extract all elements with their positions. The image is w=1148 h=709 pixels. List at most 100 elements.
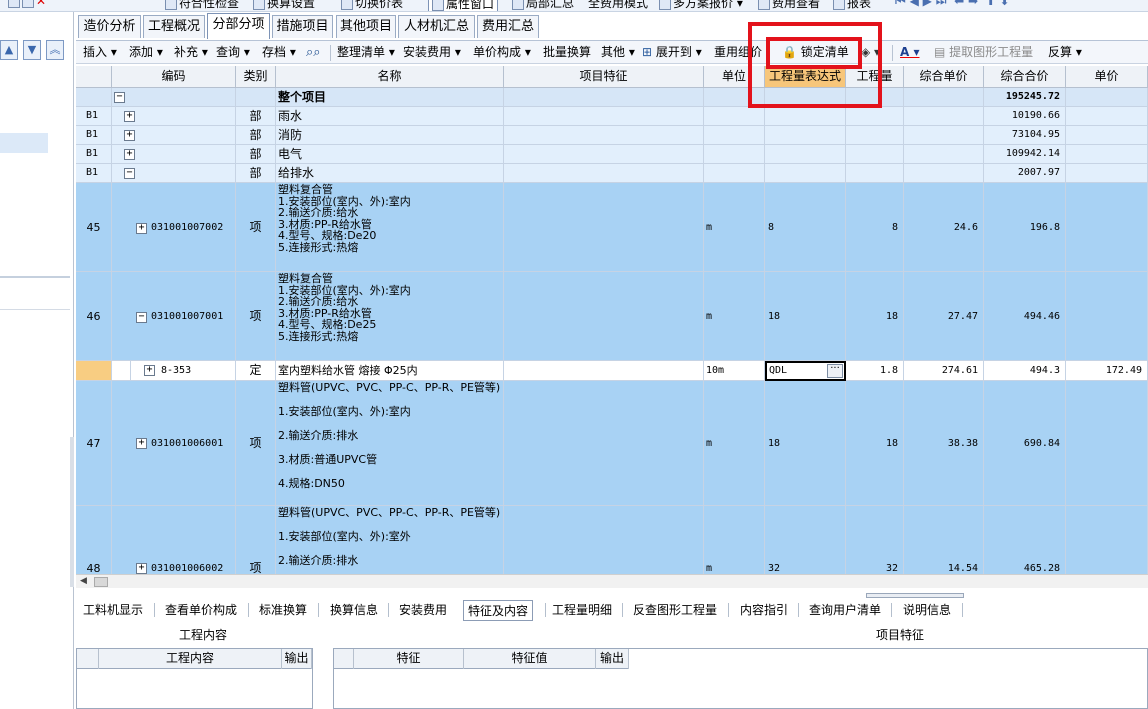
- install-fee-button[interactable]: 安装费用 ▾: [403, 44, 461, 61]
- col-work-content[interactable]: 工程内容: [99, 649, 282, 669]
- top-btn-properties[interactable]: 属性窗口: [428, 0, 499, 11]
- supplement-button[interactable]: 补充 ▾: [174, 44, 208, 61]
- top-btn-summary[interactable]: 局部汇总: [512, 0, 574, 11]
- top-icons[interactable]: ✕: [8, 0, 46, 8]
- col-feature-output[interactable]: 输出: [596, 649, 629, 669]
- top-btn-convert[interactable]: 换算设置: [253, 0, 315, 11]
- scroll-thumb[interactable]: [94, 577, 108, 587]
- top-btn-pricelist[interactable]: 切换价表: [341, 0, 403, 11]
- batch-convert-button[interactable]: 批量换算: [543, 44, 591, 61]
- top-btn-costview[interactable]: 费用查看: [758, 0, 820, 11]
- row-feature[interactable]: [504, 506, 704, 574]
- row-feature[interactable]: [504, 183, 704, 272]
- scroll-left-icon[interactable]: ◀: [80, 576, 87, 586]
- unit-price-button[interactable]: 单价构成 ▾: [473, 44, 531, 61]
- table-row-total[interactable]: − − 整个项目 195245.72: [76, 88, 1148, 107]
- reverse-calc-button[interactable]: 反算 ▾: [1048, 44, 1082, 61]
- tree-selected-item[interactable]: [0, 133, 48, 153]
- nav-arrows-icon[interactable]: ⏮ ◀ ▶ ⏭ ⬅ ➡ ⬆ ⬇: [895, 0, 1010, 9]
- row-feature[interactable]: [504, 361, 704, 381]
- tab-other-items[interactable]: 其他项目: [336, 15, 396, 38]
- tab-measures[interactable]: 措施项目: [272, 15, 333, 38]
- collapse-up-icon[interactable]: ︽: [46, 40, 64, 60]
- expand-to-button[interactable]: ⊞ 展开到 ▾: [642, 44, 702, 61]
- extract-button[interactable]: ▤ 提取图形工程量: [934, 44, 1033, 61]
- col-total[interactable]: 综合合价: [984, 66, 1066, 88]
- binoculars-icon[interactable]: ⌕⌕: [306, 44, 321, 61]
- row-qty-expr[interactable]: 32: [765, 506, 846, 574]
- top-btn-check[interactable]: 符合性检查: [165, 0, 239, 11]
- left-scrollbar[interactable]: [70, 437, 74, 587]
- tab-resources-summary[interactable]: 人材机汇总: [398, 15, 475, 38]
- btab-user-list[interactable]: 查询用户清单: [805, 600, 885, 621]
- tab-sections[interactable]: 分部分项: [207, 13, 270, 39]
- expand-icon[interactable]: +: [136, 438, 147, 449]
- top-btn-fullcost[interactable]: 全费用模式: [588, 0, 648, 11]
- expand-icon[interactable]: +: [136, 563, 147, 574]
- row-name[interactable]: 塑料管(UPVC、PVC、PP-C、PP-R、PE管等) 1.安装部位(室内、外…: [276, 506, 504, 574]
- add-button[interactable]: 添加 ▾: [129, 44, 163, 61]
- query-button[interactable]: 查询 ▾: [216, 44, 250, 61]
- qty-expr-input[interactable]: QDL: [769, 365, 787, 376]
- row-qty-expr[interactable]: 18: [765, 272, 846, 361]
- col-feature[interactable]: 项目特征: [504, 66, 704, 88]
- table-row-section[interactable]: B1 + 部 电气 109942.14: [76, 145, 1148, 164]
- col-code[interactable]: 编码: [112, 66, 236, 88]
- panel-divider[interactable]: [0, 276, 70, 278]
- move-down-icon[interactable]: ▼: [23, 40, 41, 60]
- row-name[interactable]: 塑料管(UPVC、PVC、PP-C、PP-R、PE管等) 1.安装部位(室内、外…: [276, 381, 504, 506]
- table-row-item[interactable]: 45 +031001007002 项 塑料复合管 1.安装部位(室内、外):室内…: [76, 183, 1148, 272]
- col-unit-price[interactable]: 综合单价: [904, 66, 984, 88]
- btab-features[interactable]: 特征及内容: [463, 600, 534, 621]
- table-row-section[interactable]: B1 + 部 消防 73104.95: [76, 126, 1148, 145]
- ellipsis-button[interactable]: ···: [827, 364, 843, 378]
- col-output[interactable]: 输出: [282, 649, 312, 669]
- expand-icon[interactable]: +: [124, 111, 135, 122]
- move-up-icon[interactable]: ▲: [0, 40, 18, 60]
- btab-resources[interactable]: 工料机显示: [79, 600, 147, 621]
- btab-convert-info[interactable]: 换算信息: [326, 600, 382, 621]
- collapse-icon[interactable]: −: [136, 312, 147, 323]
- btab-reverse-check[interactable]: 反查图形工程量: [629, 600, 721, 621]
- expand-icon[interactable]: +: [136, 223, 147, 234]
- btab-unit-price[interactable]: 查看单价构成: [161, 600, 241, 621]
- row-name[interactable]: 塑料复合管 1.安装部位(室内、外):室内 2.输送介质:给水 3.材质:PP-…: [276, 183, 504, 272]
- top-btn-report[interactable]: 报表: [833, 0, 871, 11]
- btab-content-guide[interactable]: 内容指引: [736, 600, 792, 621]
- save-button[interactable]: 存档 ▾: [262, 44, 296, 61]
- tab-project-overview[interactable]: 工程概况: [143, 15, 205, 38]
- col-feature-value[interactable]: 特征值: [464, 649, 596, 669]
- expand-icon[interactable]: +: [124, 149, 135, 160]
- horizontal-scrollbar[interactable]: ◀: [76, 574, 1148, 588]
- expand-icon[interactable]: +: [124, 130, 135, 141]
- font-color-icon[interactable]: A ▾: [900, 44, 920, 61]
- table-row-item[interactable]: 46 −031001007001 项 塑料复合管 1.安装部位(室内、外):室内…: [76, 272, 1148, 361]
- row-name[interactable]: 塑料复合管 1.安装部位(室内、外):室内 2.输送介质:给水 3.材质:PP-…: [276, 272, 504, 361]
- tab-cost-analysis[interactable]: 造价分析: [78, 15, 141, 38]
- col-price[interactable]: 单价: [1066, 66, 1148, 88]
- btab-notes[interactable]: 说明信息: [899, 600, 955, 621]
- tab-cost-summary[interactable]: 费用汇总: [477, 15, 539, 38]
- top-btn-multiplan[interactable]: 多方案报价 ▾: [659, 0, 743, 11]
- row-name[interactable]: 室内塑料给水管 熔接 Φ25内: [276, 361, 504, 381]
- btab-install-fee[interactable]: 安装费用: [395, 600, 451, 621]
- col-feature-name[interactable]: 特征: [354, 649, 464, 669]
- row-qty-expr[interactable]: 18: [765, 381, 846, 506]
- expand-icon[interactable]: +: [144, 365, 155, 376]
- row-qty-expr[interactable]: 8: [765, 183, 846, 272]
- row-feature[interactable]: [504, 381, 704, 506]
- table-row-section[interactable]: B1 − 部 给排水 2007.97: [76, 164, 1148, 183]
- table-row-item[interactable]: 48 +031001006002 项 塑料管(UPVC、PVC、PP-C、PP-…: [76, 506, 1148, 574]
- insert-button[interactable]: 插入 ▾: [83, 44, 117, 61]
- btab-qty-detail[interactable]: 工程量明细: [548, 600, 616, 621]
- col-name[interactable]: 名称: [276, 66, 504, 88]
- collapse-icon[interactable]: −: [124, 168, 135, 179]
- organize-button[interactable]: 整理清单 ▾: [337, 44, 395, 61]
- row-feature[interactable]: [504, 272, 704, 361]
- table-row-section[interactable]: B1 + 部 雨水 10190.66: [76, 107, 1148, 126]
- col-type[interactable]: 类别: [236, 66, 276, 88]
- table-row-item[interactable]: 47 +031001006001 项 塑料管(UPVC、PVC、PP-C、PP-…: [76, 381, 1148, 506]
- other-button[interactable]: 其他 ▾: [601, 44, 635, 61]
- qty-expr-editor[interactable]: QDL ···: [765, 361, 846, 381]
- collapse-icon[interactable]: −: [114, 92, 125, 103]
